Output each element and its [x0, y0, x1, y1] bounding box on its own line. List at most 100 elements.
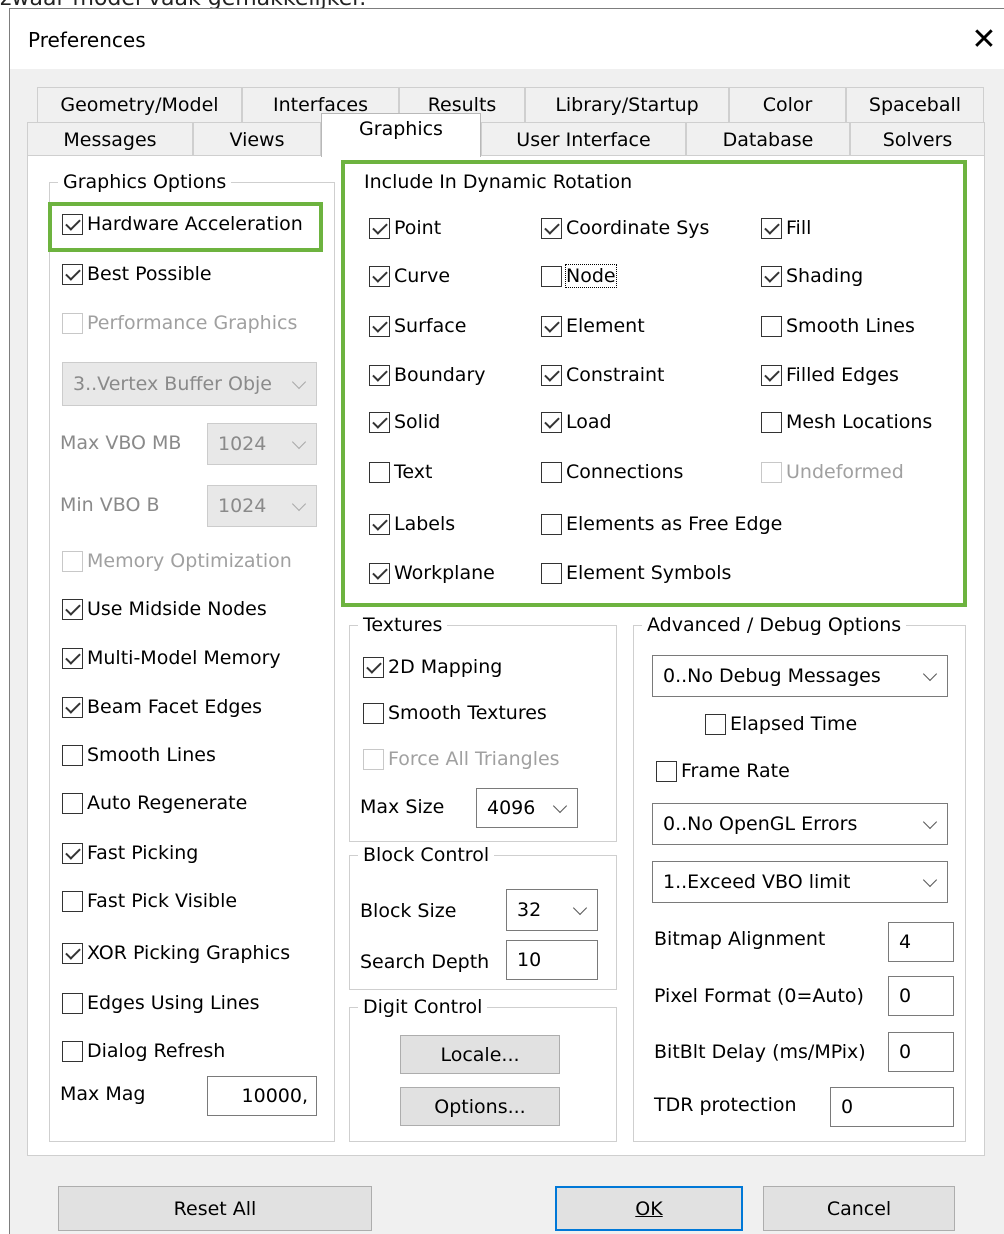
- best-possible-checkbox[interactable]: Best Possible: [62, 263, 212, 285]
- frame-rate-checkbox[interactable]: Frame Rate: [656, 760, 790, 782]
- rotation-elements-as-free-edge-checkbox[interactable]: Elements as Free Edge: [541, 513, 782, 535]
- max-mag-label: Max Mag: [60, 1083, 146, 1105]
- checkbox-box: [541, 411, 562, 433]
- rotation-filled-edges-checkbox[interactable]: Filled Edges: [761, 364, 899, 386]
- tab-spaceball[interactable]: Spaceball: [846, 87, 984, 123]
- use-midside-nodes-checkbox[interactable]: Use Midside Nodes: [62, 598, 267, 620]
- tab-color[interactable]: Color: [729, 87, 846, 123]
- smooth-textures-checkbox[interactable]: Smooth Textures: [363, 702, 547, 724]
- checkbox-box: [62, 842, 83, 864]
- debug-messages-select[interactable]: 0..No Debug Messages: [652, 655, 948, 697]
- checkbox-box: [369, 217, 390, 239]
- rotation-element-symbols-checkbox[interactable]: Element Symbols: [541, 562, 731, 584]
- rotation-smooth-lines-checkbox[interactable]: Smooth Lines: [761, 315, 915, 337]
- tab-solvers[interactable]: Solvers: [850, 122, 985, 158]
- rotation-undeformed-checkbox[interactable]: Undeformed: [761, 461, 904, 483]
- max-size-select[interactable]: 4096: [476, 788, 578, 828]
- rotation-surface-checkbox[interactable]: Surface: [369, 315, 466, 337]
- fast-pick-visible-checkbox[interactable]: Fast Pick Visible: [62, 890, 237, 912]
- tab-library-startup[interactable]: Library/Startup: [525, 87, 729, 123]
- rotation-text-checkbox[interactable]: Text: [369, 461, 432, 483]
- chevron-down-icon: [922, 666, 938, 682]
- tab-database[interactable]: Database: [686, 122, 850, 158]
- bitmap-alignment-field[interactable]: 4: [888, 922, 954, 962]
- rotation-labels-checkbox[interactable]: Labels: [369, 513, 455, 535]
- chevron-down-icon: [552, 798, 568, 814]
- auto-regenerate-checkbox[interactable]: Auto Regenerate: [62, 792, 247, 814]
- pixel-format-label: Pixel Format (0=Auto): [654, 985, 864, 1007]
- rotation-node-checkbox[interactable]: Node: [541, 264, 617, 288]
- bitblt-delay-field[interactable]: 0: [888, 1032, 954, 1072]
- checkbox-box: [705, 713, 726, 735]
- min-vbo-select[interactable]: 1024: [207, 485, 317, 527]
- checkbox-box: [62, 213, 83, 235]
- edges-using-lines-checkbox[interactable]: Edges Using Lines: [62, 992, 259, 1014]
- memory-optimization-checkbox[interactable]: Memory Optimization: [62, 550, 292, 572]
- checkbox-box: [363, 702, 384, 724]
- tab-messages[interactable]: Messages: [27, 122, 193, 158]
- chevron-down-icon: [291, 496, 307, 512]
- tab-graphics[interactable]: Graphics: [321, 113, 481, 157]
- search-depth-field[interactable]: 10: [506, 940, 598, 980]
- tab-geometry-model[interactable]: Geometry/Model: [37, 87, 242, 123]
- tab-views[interactable]: Views: [193, 122, 321, 158]
- max-mag-field[interactable]: 10000,: [207, 1076, 317, 1116]
- dialog-refresh-checkbox[interactable]: Dialog Refresh: [62, 1040, 225, 1062]
- rotation-mesh-locations-checkbox[interactable]: Mesh Locations: [761, 411, 932, 433]
- force-all-triangles-checkbox[interactable]: Force All Triangles: [363, 748, 560, 770]
- locale-button[interactable]: Locale...: [400, 1035, 560, 1074]
- bitmap-alignment-label: Bitmap Alignment: [654, 928, 826, 950]
- options-button[interactable]: Options...: [400, 1087, 560, 1126]
- checkbox-box: [62, 744, 83, 766]
- rotation-shading-checkbox[interactable]: Shading: [761, 265, 863, 287]
- rotation-constraint-checkbox[interactable]: Constraint: [541, 364, 665, 386]
- min-vbo-label: Min VBO B: [60, 494, 160, 516]
- checkbox-box: [369, 315, 390, 337]
- reset-all-button[interactable]: Reset All: [58, 1186, 372, 1231]
- checkbox-box: [656, 760, 677, 782]
- vbo-mode-select[interactable]: 3..Vertex Buffer Obje: [62, 362, 317, 406]
- cancel-button[interactable]: Cancel: [763, 1186, 955, 1231]
- max-vbo-select[interactable]: 1024: [207, 423, 317, 465]
- rotation-connections-checkbox[interactable]: Connections: [541, 461, 683, 483]
- rotation-solid-checkbox[interactable]: Solid: [369, 411, 440, 433]
- smooth-lines-checkbox[interactable]: Smooth Lines: [62, 744, 216, 766]
- checkbox-box: [761, 217, 782, 239]
- fast-picking-checkbox[interactable]: Fast Picking: [62, 842, 198, 864]
- pixel-format-field[interactable]: 0: [888, 976, 954, 1016]
- hardware-acceleration-checkbox[interactable]: Hardware Acceleration: [62, 213, 303, 235]
- close-icon[interactable]: ✕: [968, 22, 1000, 58]
- chevron-down-icon: [922, 814, 938, 830]
- checkbox-box: [761, 461, 782, 483]
- rotation-point-checkbox[interactable]: Point: [369, 217, 441, 239]
- rotation-element-checkbox[interactable]: Element: [541, 315, 645, 337]
- checkbox-box: [62, 647, 83, 669]
- multi-model-memory-checkbox[interactable]: Multi-Model Memory: [62, 647, 281, 669]
- chevron-down-icon: [922, 872, 938, 888]
- checkbox-box: [363, 748, 384, 770]
- elapsed-time-checkbox[interactable]: Elapsed Time: [705, 713, 857, 735]
- 2d-mapping-checkbox[interactable]: 2D Mapping: [363, 656, 502, 678]
- rotation-load-checkbox[interactable]: Load: [541, 411, 612, 433]
- checkbox-box: [761, 265, 782, 287]
- checkbox-box: [369, 513, 390, 535]
- tab-user-interface[interactable]: User Interface: [481, 122, 686, 158]
- rotation-fill-checkbox[interactable]: Fill: [761, 217, 811, 239]
- checkbox-box: [363, 656, 384, 678]
- rotation-coordinate-sys-checkbox[interactable]: Coordinate Sys: [541, 217, 709, 239]
- block-size-select[interactable]: 32: [506, 889, 598, 931]
- max-size-label: Max Size: [360, 796, 445, 818]
- performance-graphics-checkbox[interactable]: Performance Graphics: [62, 312, 297, 334]
- checkbox-box: [62, 792, 83, 814]
- opengl-errors-select[interactable]: 0..No OpenGL Errors: [652, 803, 948, 845]
- beam-facet-edges-checkbox[interactable]: Beam Facet Edges: [62, 696, 262, 718]
- checkbox-box: [62, 890, 83, 912]
- vbo-limit-select[interactable]: 1..Exceed VBO limit: [652, 861, 948, 903]
- tdr-protection-field[interactable]: 0: [830, 1087, 954, 1127]
- rotation-curve-checkbox[interactable]: Curve: [369, 265, 450, 287]
- dialog-title: Preferences: [28, 28, 146, 52]
- rotation-workplane-checkbox[interactable]: Workplane: [369, 562, 495, 584]
- rotation-boundary-checkbox[interactable]: Boundary: [369, 364, 486, 386]
- xor-picking-graphics-checkbox[interactable]: XOR Picking Graphics: [62, 942, 290, 964]
- ok-button[interactable]: OK: [555, 1186, 743, 1231]
